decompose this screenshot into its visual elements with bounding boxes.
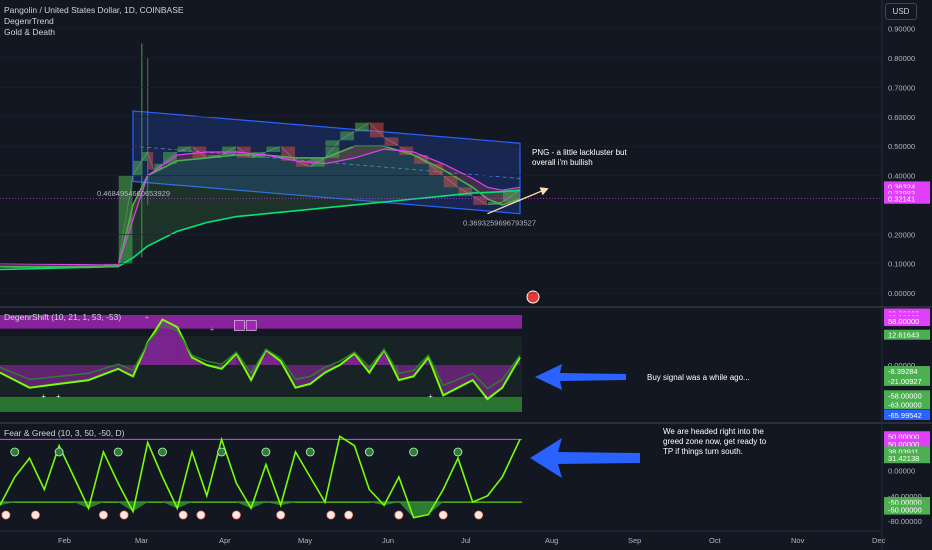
buy-marker: + <box>41 391 46 400</box>
greed-marker-icon <box>364 447 374 457</box>
annotation-greed-note: We are headed right into the <box>663 427 764 436</box>
price-tick-label: 0.40000 <box>888 172 915 181</box>
time-tick-label: Nov <box>791 536 805 545</box>
price-tick-label: 0.00000 <box>888 289 915 298</box>
fear-marker-icon <box>394 510 404 520</box>
fg-label: -80.00000 <box>888 517 922 526</box>
fear-marker-icon <box>178 510 188 520</box>
time-tick-label: Jul <box>461 536 471 545</box>
time-tick-label: Aug <box>545 536 558 545</box>
greed-marker-icon <box>261 447 271 457</box>
time-tick-label: Feb <box>58 536 71 545</box>
time-tick-label: Jun <box>382 536 394 545</box>
greed-marker-icon <box>158 447 167 457</box>
annotation-greed-note: greed zone now, get ready to <box>663 437 767 446</box>
price-tick-label: 0.10000 <box>888 260 915 269</box>
greed-marker-icon <box>217 447 226 457</box>
greed-marker-icon <box>113 447 123 457</box>
annotation-png-note: overall i'm bullish <box>532 158 593 167</box>
price-tick-label: 0.60000 <box>888 113 915 122</box>
fear-marker-icon <box>31 510 40 520</box>
fear-marker-icon <box>1 510 11 520</box>
buy-marker: + <box>56 391 61 400</box>
fear-marker-icon <box>119 510 129 520</box>
greed-marker-icon <box>10 447 20 457</box>
time-tick-label: Dec <box>872 536 886 545</box>
indicator-gold-death[interactable]: Gold & Death <box>4 27 55 38</box>
osc-label: -58.00000 <box>888 391 922 400</box>
blue-arrow-buy <box>535 364 626 390</box>
emoji-marker-icon <box>245 320 257 331</box>
price-tick-label: 0.50000 <box>888 142 915 151</box>
fear-marker-icon <box>326 510 336 520</box>
greed-marker-icon <box>54 447 64 457</box>
fear-greed-line <box>0 435 521 519</box>
osc-label: -65.99542 <box>888 411 922 420</box>
price-tick-label: 0.80000 <box>888 54 915 63</box>
fear-marker-icon <box>231 510 241 520</box>
pane-title-degenrshift[interactable]: DegenrShift (10, 21, 1, 53, -53) <box>4 312 121 323</box>
sell-marker: + <box>145 313 150 322</box>
osc-label: 58.00000 <box>888 317 919 326</box>
fear-marker-icon <box>474 510 484 520</box>
emoji-marker-icon <box>234 320 245 331</box>
price-tick-label: 0.70000 <box>888 83 915 92</box>
fg-label: 31.42138 <box>888 454 919 463</box>
fear-marker-icon <box>344 510 354 520</box>
indicator-degenrtrend[interactable]: DegenrTrend <box>4 16 54 27</box>
time-tick-label: Mar <box>135 536 148 545</box>
time-tick-label: Apr <box>219 536 231 545</box>
annotation-buy-signal: Buy signal was a while ago... <box>647 373 750 382</box>
fg-label: -50.00000 <box>888 506 922 515</box>
osc-label: -63.00000 <box>888 400 922 409</box>
fg-label: 0.00000 <box>888 467 915 476</box>
annotation-png-note: PNG - a little lackluster but <box>532 148 627 157</box>
pane-title-fear-greed[interactable]: Fear & Greed (10, 3, 50, -50, D) <box>4 428 124 439</box>
channel-label-lower: 0.3693259696793527 <box>463 218 536 227</box>
price-label: 0.32141 <box>888 195 915 204</box>
fear-marker-icon <box>438 510 448 520</box>
price-tick-label: 0.90000 <box>888 25 915 34</box>
time-tick-label: Sep <box>628 536 641 545</box>
buy-marker: + <box>485 393 490 402</box>
currency-button[interactable]: USD <box>885 3 917 20</box>
time-tick-label: May <box>298 536 312 545</box>
greed-marker-icon <box>409 447 419 457</box>
blue-arrow-greed <box>530 438 640 478</box>
oversold-band <box>0 396 522 412</box>
chart-canvas[interactable]: 0.4684954660653929 0.3693259696793527 PNG … <box>0 0 932 550</box>
fear-marker-icon <box>276 510 286 520</box>
osc-label: -8.39284 <box>888 367 918 376</box>
fear-marker-icon <box>196 510 206 520</box>
osc-label: -21.00927 <box>888 377 922 386</box>
time-tick-label: Oct <box>709 536 722 545</box>
symbol-title: Pangolin / United States Dollar, 1D, COI… <box>4 5 184 15</box>
greed-marker-icon <box>453 447 463 457</box>
greed-marker-icon <box>305 447 315 457</box>
channel-label-upper: 0.4684954660653929 <box>97 189 170 198</box>
osc-label: 12.61643 <box>888 331 919 340</box>
fear-fill <box>88 502 104 509</box>
sell-marker: + <box>210 325 215 334</box>
annotation-greed-note: TP if things turn south. <box>663 447 743 456</box>
fear-marker-icon <box>99 510 108 520</box>
buy-marker: + <box>428 391 433 400</box>
price-tick-label: 0.20000 <box>888 230 915 239</box>
